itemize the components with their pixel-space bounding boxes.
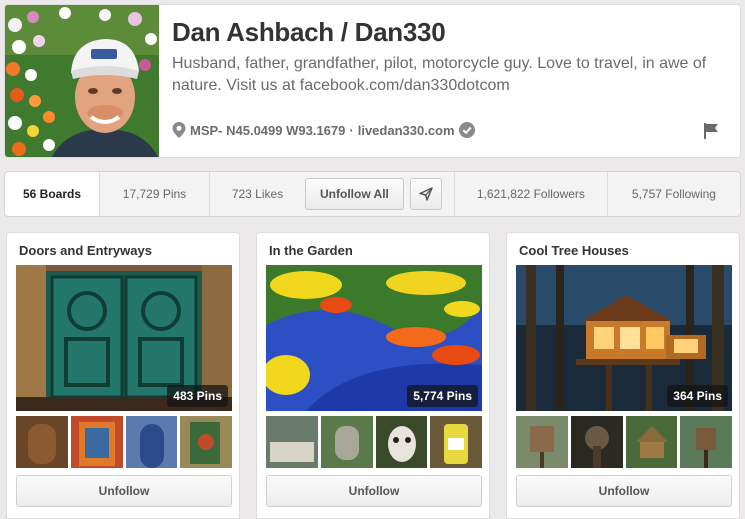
board-pin-count: 5,774 Pins [407, 385, 478, 407]
location-pin-icon [172, 122, 186, 138]
board-thumbnail[interactable] [180, 416, 232, 468]
board-thumbnail[interactable] [320, 416, 373, 468]
board-card[interactable]: In the Garden 5,774 Pins Unfollow [256, 232, 490, 519]
board-thumbnail[interactable] [625, 416, 678, 468]
board-thumbnail[interactable] [16, 416, 68, 468]
board-thumbnail[interactable] [266, 416, 318, 468]
unfollow-all-button[interactable]: Unfollow All [305, 178, 404, 210]
send-profile-button[interactable] [409, 178, 442, 210]
profile-bio: Husband, father, grandfather, pilot, mot… [172, 55, 707, 94]
board-thumbnail[interactable] [70, 416, 123, 468]
board-thumbnail[interactable] [125, 416, 178, 468]
verified-check-icon [458, 122, 475, 138]
meta-separator: · [349, 122, 354, 138]
tab-following[interactable]: 5,757 Following [608, 172, 740, 216]
board-thumbnails [266, 416, 482, 468]
board-pin-count: 364 Pins [667, 385, 728, 407]
unfollow-board-button[interactable]: Unfollow [516, 475, 732, 507]
board-thumbnail[interactable] [375, 416, 428, 468]
board-title[interactable]: Doors and Entryways [19, 243, 152, 258]
board-cover-image[interactable]: 483 Pins [16, 265, 232, 411]
tab-likes[interactable]: 723 Likes [210, 172, 305, 216]
tab-pins[interactable]: 17,729 Pins [100, 172, 210, 216]
profile-stats-bar: 56 Boards 17,729 Pins 723 Likes Unfollow… [4, 171, 741, 217]
board-thumbnail[interactable] [570, 416, 623, 468]
profile-name: Dan Ashbach / Dan330 [172, 17, 446, 47]
unfollow-board-button[interactable]: Unfollow [16, 475, 232, 507]
board-cover-image[interactable]: 364 Pins [516, 265, 732, 411]
profile-website-link[interactable]: livedan330.com [358, 123, 455, 138]
board-thumbnail[interactable] [516, 416, 568, 468]
board-thumbnails [516, 416, 732, 468]
profile-meta: MSP- N45.0499 W93.1679 · livedan330.com [172, 122, 475, 138]
board-cover-image[interactable]: 5,774 Pins [266, 265, 482, 411]
board-title[interactable]: In the Garden [269, 243, 353, 258]
board-thumbnails [16, 416, 232, 468]
board-thumbnail[interactable] [430, 416, 482, 468]
report-flag-icon[interactable] [704, 123, 718, 139]
follow-actions: Unfollow All [305, 172, 442, 216]
board-thumbnail[interactable] [680, 416, 732, 468]
profile-header: Dan Ashbach / Dan330 Husband, father, gr… [4, 4, 741, 158]
tab-boards[interactable]: 56 Boards [5, 172, 100, 216]
send-icon [419, 187, 433, 201]
profile-location: MSP- N45.0499 W93.1679 [190, 122, 346, 138]
profile-avatar[interactable] [5, 5, 159, 157]
board-title[interactable]: Cool Tree Houses [519, 243, 629, 258]
tab-followers[interactable]: 1,621,822 Followers [455, 172, 608, 216]
board-card[interactable]: Doors and Entryways 483 Pins Unfollow [6, 232, 240, 519]
board-pin-count: 483 Pins [167, 385, 228, 407]
board-card[interactable]: Cool Tree Houses 364 Pins Unfollow [506, 232, 740, 519]
unfollow-board-button[interactable]: Unfollow [266, 475, 482, 507]
